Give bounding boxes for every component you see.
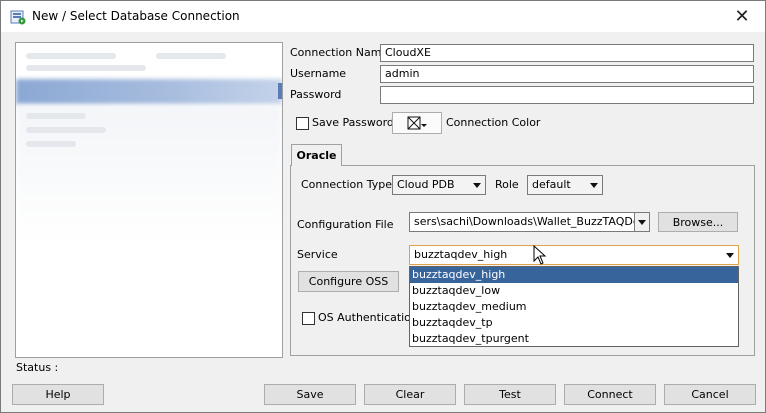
username-label: Username: [290, 67, 347, 80]
save-password-checkbox[interactable]: [296, 117, 309, 130]
title-bar: New / Select Database Connection ✕: [1, 1, 765, 32]
browse-button[interactable]: Browse...: [658, 212, 738, 232]
service-option[interactable]: buzztaqdev_tpurgent: [410, 331, 738, 347]
tab-oracle-label: Oracle: [296, 149, 337, 162]
help-button[interactable]: Help: [12, 384, 104, 405]
configuration-file-history-button[interactable]: [634, 212, 650, 232]
connection-color-button[interactable]: [392, 112, 442, 134]
service-dropdown-list[interactable]: buzztaqdev_high buzztaqdev_low buzztaqde…: [409, 266, 739, 347]
clear-button-label: Clear: [395, 388, 425, 401]
blurred-row: [26, 65, 146, 71]
close-button[interactable]: ✕: [719, 1, 765, 32]
connection-name-label: Connection Name: [290, 46, 389, 59]
chevron-down-icon: [726, 253, 734, 258]
service-option[interactable]: buzztaqdev_high: [410, 267, 738, 283]
save-button[interactable]: Save: [264, 384, 356, 405]
service-value: buzztaqdev_high: [414, 248, 508, 261]
os-authentication-label: OS Authentication: [318, 311, 418, 324]
close-icon: ✕: [734, 6, 750, 27]
help-button-label: Help: [45, 388, 71, 401]
blurred-row: [26, 113, 86, 119]
service-option[interactable]: buzztaqdev_tp: [410, 315, 738, 331]
configure-oss-label: Configure OSS: [308, 275, 389, 288]
service-option[interactable]: buzztaqdev_low: [410, 283, 738, 299]
connect-button-label: Connect: [587, 388, 633, 401]
blurred-rows: [16, 105, 282, 245]
cancel-button[interactable]: Cancel: [664, 384, 756, 405]
configuration-file-label: Configuration File: [297, 218, 394, 231]
chevron-down-icon: [590, 183, 598, 188]
tab-oracle[interactable]: Oracle: [291, 144, 342, 166]
chevron-down-icon: [638, 220, 646, 225]
service-option[interactable]: buzztaqdev_medium: [410, 299, 738, 315]
blurred-row: [156, 53, 226, 59]
cancel-button-label: Cancel: [691, 388, 729, 401]
test-button-label: Test: [499, 388, 521, 401]
username-input[interactable]: admin: [380, 65, 754, 83]
connection-name-input[interactable]: CloudXE: [380, 44, 754, 62]
role-select[interactable]: default: [527, 175, 603, 195]
selected-connection-row[interactable]: [16, 79, 282, 105]
list-scroll-indicator[interactable]: [278, 83, 282, 99]
configuration-file-input[interactable]: sers\sachi\Downloads\Wallet_BuzzTAQDev.z…: [409, 212, 635, 232]
blurred-row: [26, 141, 76, 147]
color-picker-icon: [407, 116, 427, 130]
connect-button[interactable]: Connect: [564, 384, 656, 405]
save-password-label: Save Password: [312, 116, 394, 129]
connection-type-value: Cloud PDB: [397, 178, 455, 191]
blurred-row: [26, 53, 116, 59]
configure-oss-button[interactable]: Configure OSS: [298, 271, 399, 292]
test-button[interactable]: Test: [464, 384, 556, 405]
database-connection-icon: [10, 10, 26, 25]
chevron-down-icon: [473, 183, 481, 188]
connection-color-label: Connection Color: [446, 116, 541, 129]
connections-list[interactable]: [15, 42, 283, 358]
window-title: New / Select Database Connection: [32, 9, 240, 23]
save-button-label: Save: [296, 388, 324, 401]
connection-type-label: Connection Type: [301, 178, 393, 191]
role-label: Role: [495, 178, 519, 191]
mouse-cursor-icon: [533, 245, 547, 265]
browse-button-label: Browse...: [672, 215, 724, 229]
service-select[interactable]: buzztaqdev_high: [409, 245, 739, 265]
password-input[interactable]: [380, 86, 754, 104]
service-label: Service: [297, 248, 338, 261]
status-label: Status :: [16, 361, 59, 374]
connection-dialog: New / Select Database Connection ✕ Conne…: [0, 0, 766, 413]
role-value: default: [532, 178, 571, 191]
blurred-row: [26, 127, 106, 133]
password-label: Password: [290, 88, 342, 101]
connection-type-select[interactable]: Cloud PDB: [392, 175, 486, 195]
clear-button[interactable]: Clear: [364, 384, 456, 405]
os-authentication-checkbox[interactable]: [302, 312, 315, 325]
